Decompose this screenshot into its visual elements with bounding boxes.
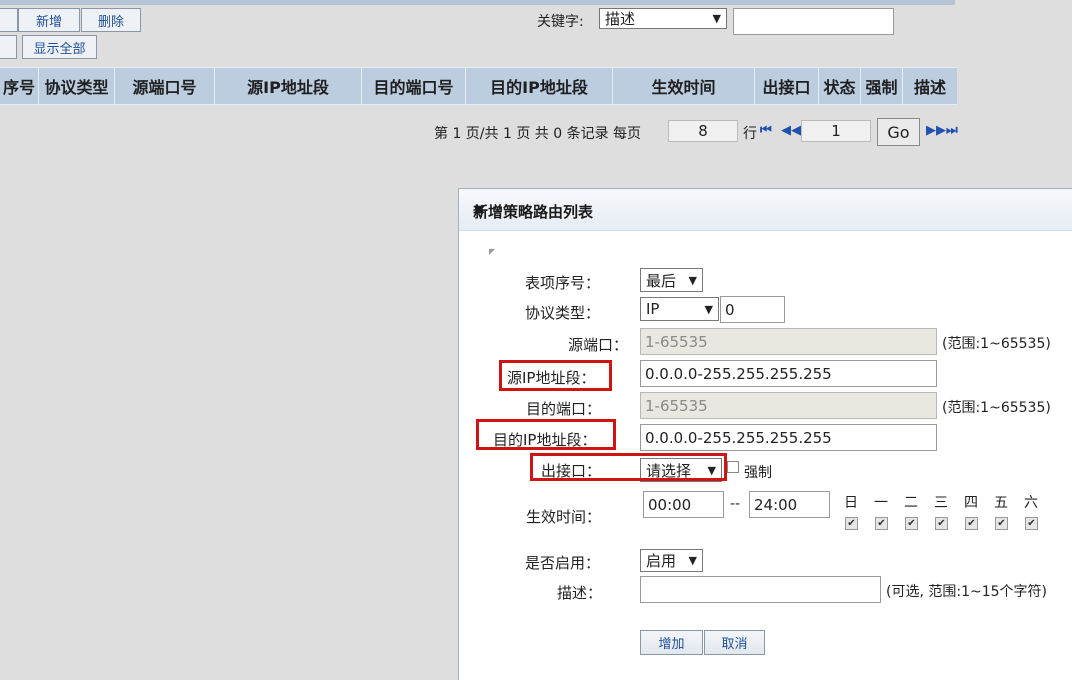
go-button[interactable]: Go: [877, 118, 920, 146]
day-label-mon: 一: [874, 495, 888, 511]
prev-page-icon[interactable]: ◀◀: [781, 123, 801, 138]
keyword-select-value: 描述: [605, 10, 636, 28]
day-label-sat: 六: [1024, 495, 1038, 511]
index-select[interactable]: 最后 ▼: [640, 268, 703, 292]
enable-label: 是否启用：: [525, 554, 601, 572]
day-checkbox-thu[interactable]: ✔: [965, 517, 978, 530]
pager-summary: 第 1 页/共 1 页 共 0 条记录 每页: [434, 126, 642, 142]
desc-input[interactable]: [640, 576, 881, 603]
chevron-down-icon: ▼: [704, 302, 713, 316]
time-start-input[interactable]: 00:00: [643, 491, 724, 518]
day-checkbox-tue[interactable]: ✔: [905, 517, 918, 530]
keyword-select[interactable]: 描述 ▼: [599, 8, 727, 29]
table-header: 序号 协议类型 源端口号 源IP地址段 目的端口号 目的IP地址段 生效时间 出…: [0, 67, 957, 105]
column-header-src-port: 源端口号: [114, 68, 214, 104]
day-checkbox-mon[interactable]: ✔: [875, 517, 888, 530]
src-port-input[interactable]: 1-65535: [640, 328, 937, 355]
day-label-thu: 四: [964, 495, 978, 511]
chevron-down-icon: ▼: [688, 554, 697, 567]
protocol-select[interactable]: IP ▼: [640, 297, 719, 321]
cancel-button[interactable]: 取消: [704, 630, 765, 655]
day-checkbox-sat[interactable]: ✔: [1025, 517, 1038, 530]
column-header-src-ip: 源IP地址段: [214, 68, 361, 104]
rows-label: 行: [743, 126, 757, 142]
last-page-icon[interactable]: ⏭: [946, 123, 958, 138]
src-port-hint: (范围:1~65535): [942, 336, 1051, 352]
protocol-label: 协议类型：: [525, 304, 601, 322]
day-label-sun: 日: [844, 495, 858, 511]
toolbar-button-partial[interactable]: [0, 8, 18, 32]
next-page-icon[interactable]: ▶▶: [926, 123, 946, 138]
column-header-out-if: 出接口: [754, 68, 818, 104]
dst-port-label: 目的端口：: [526, 400, 602, 418]
dialog-title: 新增策略路由列表: [473, 203, 594, 221]
enable-select[interactable]: 启用 ▼: [640, 549, 703, 572]
dst-port-input[interactable]: 1-65535: [640, 392, 937, 419]
column-header-desc: 描述: [902, 68, 957, 104]
per-page-input[interactable]: 8: [668, 120, 738, 142]
src-ip-highlight: [499, 360, 612, 391]
dst-ip-input[interactable]: 0.0.0.0-255.255.255.255: [640, 424, 937, 451]
delete-button[interactable]: 删除: [81, 8, 141, 32]
src-ip-input[interactable]: 0.0.0.0-255.255.255.255: [640, 360, 937, 387]
out-if-highlight: [530, 453, 727, 481]
force-checkbox[interactable]: [727, 461, 739, 473]
dst-ip-highlight: [476, 419, 616, 450]
time-separator: --: [730, 496, 741, 512]
desc-label: 描述：: [557, 584, 603, 602]
protocol-select-value: IP: [646, 300, 660, 318]
keyword-input[interactable]: [733, 8, 894, 35]
enable-select-value: 启用: [646, 552, 677, 570]
column-header-protocol: 协议类型: [38, 68, 114, 104]
toolbar-button-partial-2[interactable]: [0, 35, 17, 59]
add-submit-button[interactable]: 增加: [640, 630, 703, 655]
day-label-tue: 二: [904, 495, 918, 511]
time-label: 生效时间：: [526, 508, 602, 526]
resize-corner-icon: ◤: [489, 247, 496, 256]
index-select-value: 最后: [646, 271, 677, 290]
column-header-force: 强制: [860, 68, 902, 104]
first-page-icon[interactable]: ⏮: [760, 123, 772, 138]
column-header-time: 生效时间: [612, 68, 754, 104]
dst-port-hint: (范围:1~65535): [942, 400, 1051, 416]
chevron-down-icon: ▼: [712, 12, 721, 25]
day-label-fri: 五: [994, 495, 1008, 511]
day-checkbox-fri[interactable]: ✔: [995, 517, 1008, 530]
show-all-button[interactable]: 显示全部: [22, 35, 97, 59]
column-header-dst-port: 目的端口号: [361, 68, 465, 104]
column-header-index: 序号: [2, 78, 35, 97]
dialog-title-bar: 新增策略路由列表 ✖: [459, 189, 1072, 231]
column-header-status: 状态: [818, 68, 860, 104]
day-checkbox-sun[interactable]: ✔: [845, 517, 858, 530]
column-header-dst-ip: 目的IP地址段: [465, 68, 612, 104]
page-input[interactable]: 1: [801, 120, 871, 142]
time-end-input[interactable]: 24:00: [749, 491, 830, 518]
top-bar: [0, 0, 955, 5]
day-label-wed: 三: [934, 495, 948, 511]
day-checkbox-wed[interactable]: ✔: [935, 517, 948, 530]
keyword-label: 关键字:: [537, 14, 584, 30]
add-button[interactable]: 新增: [18, 8, 80, 32]
protocol-number-input[interactable]: 0: [720, 296, 785, 323]
close-icon[interactable]: ✖: [473, 201, 486, 219]
desc-hint: (可选, 范围:1~15个字符): [886, 584, 1047, 600]
chevron-down-icon: ▼: [688, 273, 697, 287]
src-port-label: 源端口：: [568, 336, 629, 354]
force-label: 强制: [744, 465, 772, 481]
index-label: 表项序号：: [525, 274, 601, 292]
